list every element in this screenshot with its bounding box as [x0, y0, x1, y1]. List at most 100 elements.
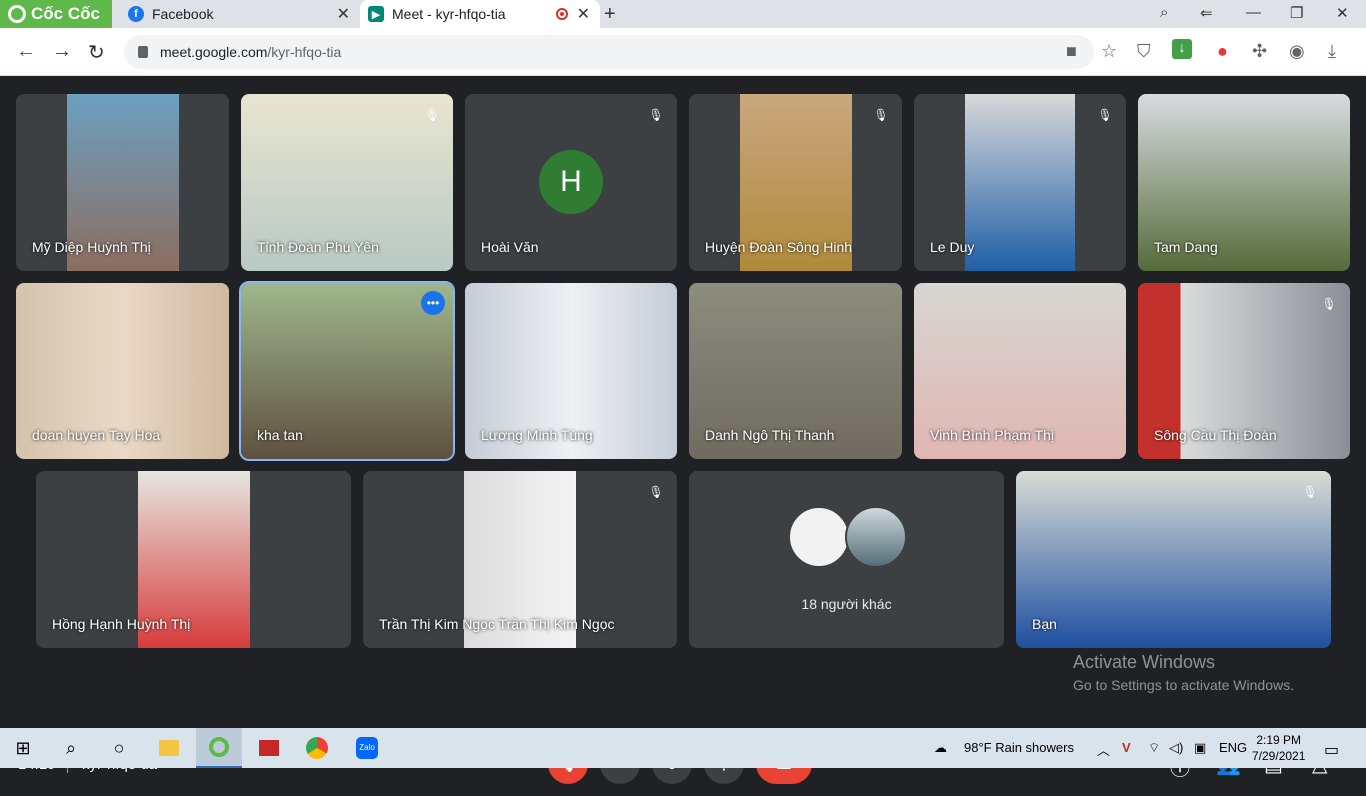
mic-off-icon: 🎙	[1097, 108, 1113, 122]
participant-name: Mỹ Diệp Huỳnh Thị	[32, 239, 151, 255]
participant-tile[interactable]: 🎙 Huyện Đoàn Sông Hinh	[689, 94, 902, 271]
participant-name: Trần Thị Kim Ngọc Trần Thị Kim Ngọc	[379, 616, 615, 632]
opera-icon[interactable]: ●	[1217, 41, 1228, 62]
download-icon[interactable]: ↓	[1172, 39, 1192, 59]
mic-off-icon: 🎙	[648, 108, 664, 122]
participant-name: kha tan	[257, 427, 303, 443]
participant-tile[interactable]: H 🎙 Hoài Văn	[465, 94, 677, 271]
participant-name: Lương Minh Tùng	[481, 427, 593, 443]
search-tabs-icon[interactable]: ⌕	[1160, 4, 1168, 21]
activate-windows-title: Activate Windows	[1073, 652, 1216, 672]
language-bar-icon[interactable]: ▣	[1194, 740, 1206, 756]
back-arrow-icon[interactable]: ←	[16, 40, 36, 63]
participant-tile[interactable]: Mỹ Diệp Huỳnh Thị	[16, 94, 229, 271]
coccoc-logo-icon	[8, 5, 26, 23]
url-path: /kyr-hfqo-tia	[267, 44, 342, 60]
language-indicator[interactable]: ENG	[1219, 740, 1247, 755]
volume-icon[interactable]: ◁)	[1169, 740, 1183, 756]
participant-tile[interactable]: Tam Dang	[1138, 94, 1350, 271]
chrome-icon[interactable]	[294, 728, 340, 768]
participant-tile[interactable]: Lương Minh Tùng	[465, 283, 677, 459]
zalo-icon[interactable]: Zalo	[344, 728, 390, 768]
others-tile[interactable]: 18 người khác	[689, 471, 1004, 648]
participant-name: Sông Cầu Thị Đoàn	[1154, 427, 1277, 443]
shield-icon[interactable]: ⛉	[1137, 41, 1151, 62]
file-explorer-icon[interactable]	[146, 728, 192, 768]
app-icon[interactable]	[246, 728, 292, 768]
new-tab-button[interactable]: +	[604, 3, 616, 26]
camera-icon[interactable]: ■	[1066, 41, 1077, 62]
clock-date: 7/29/2021	[1252, 749, 1306, 763]
search-icon[interactable]: ⌕	[48, 728, 94, 768]
participant-tile[interactable]: Vinh Bình Phạm Thị	[914, 283, 1126, 459]
participant-tile[interactable]: 🎙 Tỉnh Đoàn Phú Yên	[241, 94, 453, 271]
meet-icon: ▶	[368, 6, 384, 22]
mic-off-icon: 🎙	[873, 108, 889, 122]
participant-tile-active[interactable]: ••• kha tan	[239, 281, 455, 461]
task-view-icon[interactable]: ○	[96, 728, 142, 768]
back-window-icon[interactable]: ⇐	[1200, 4, 1213, 22]
browser-brand: Cốc Cốc	[31, 4, 100, 23]
tab-meet-label: Meet - kyr-hfqo-tia	[392, 6, 506, 22]
url-input[interactable]: meet.google.com/kyr-hfqo-tia	[124, 35, 1094, 69]
windows-start-icon[interactable]: ⊞	[0, 728, 46, 768]
participant-tile[interactable]: Hồng Hạnh Huỳnh Thị	[36, 471, 351, 648]
participant-tile[interactable]: Danh Ngô Thị Thanh	[689, 283, 902, 459]
meet-stage: Mỹ Diệp Huỳnh Thị 🎙 Tỉnh Đoàn Phú Yên H …	[0, 76, 1366, 784]
more-options-icon[interactable]: •••	[421, 291, 445, 315]
lock-icon	[138, 46, 148, 58]
participant-name: doan huyen Tay Hoa	[32, 427, 161, 443]
close-tab-icon[interactable]: ✕	[337, 4, 350, 24]
extensions-icon[interactable]: ✣	[1252, 41, 1267, 62]
tab-meet[interactable]: ▶ Meet - kyr-hfqo-tia ✕	[360, 0, 600, 28]
close-window-button[interactable]: ✕	[1336, 4, 1349, 22]
participant-name: Danh Ngô Thị Thanh	[705, 427, 835, 443]
clock[interactable]: 2:19 PM 7/29/2021	[1252, 732, 1305, 764]
url-host: meet.google.com	[160, 44, 268, 60]
participant-tile[interactable]: 🎙 Trần Thị Kim Ngọc Trần Thị Kim Ngọc	[363, 471, 677, 648]
avatar: H	[539, 150, 603, 214]
facebook-icon: f	[128, 6, 144, 22]
participant-name: Vinh Bình Phạm Thị	[930, 427, 1055, 443]
minimize-button[interactable]: —	[1246, 4, 1261, 21]
tab-facebook[interactable]: f Facebook ✕	[118, 0, 360, 28]
self-tile[interactable]: 🎙 Bạn	[1016, 471, 1331, 648]
clock-time: 2:19 PM	[1256, 733, 1302, 747]
maximize-button[interactable]: ❐	[1290, 4, 1303, 22]
coccoc-app-icon[interactable]	[196, 728, 242, 768]
participant-name: Tam Dang	[1154, 239, 1218, 255]
mic-off-icon: 🎙	[1321, 297, 1337, 311]
windows-taskbar: ⊞ ⌕ ○ Zalo ☁ 98°F Rain showers ︿ V ⌔ ◁) …	[0, 728, 1366, 768]
participant-tile[interactable]: 🎙 Sông Cầu Thị Đoàn	[1138, 283, 1350, 459]
star-icon[interactable]: ☆	[1101, 41, 1117, 62]
others-count-label: 18 người khác	[801, 596, 892, 612]
reload-icon[interactable]: ↻	[88, 40, 105, 65]
chevron-up-icon[interactable]: ︿	[1097, 740, 1110, 759]
tab-facebook-label: Facebook	[152, 6, 214, 22]
weather-text[interactable]: 98°F Rain showers	[964, 740, 1074, 755]
address-toolbar: ← → ↻ meet.google.com/kyr-hfqo-tia ■ ☆ ⛉…	[0, 28, 1366, 76]
wifi-icon[interactable]: ⌔	[1148, 740, 1160, 756]
avatar	[845, 506, 907, 568]
avatar	[788, 506, 850, 568]
forward-arrow-icon[interactable]: →	[52, 40, 72, 63]
self-video	[1016, 471, 1331, 648]
participant-video	[965, 94, 1075, 271]
participant-tile[interactable]: doan huyen Tay Hoa	[16, 283, 229, 459]
downloads-icon[interactable]: ⤓	[1328, 41, 1336, 62]
mic-off-icon: 🎙	[424, 108, 440, 122]
participant-name: Hoài Văn	[481, 239, 539, 255]
coccoc-menu-button[interactable]: Cốc Cốc	[0, 0, 112, 28]
activate-windows-subtitle: Go to Settings to activate Windows.	[1073, 677, 1294, 693]
recording-icon	[556, 8, 568, 20]
close-tab-icon[interactable]: ✕	[577, 4, 590, 24]
mic-off-icon: 🎙	[648, 485, 664, 499]
browser-tab-strip: Cốc Cốc f Facebook ✕ ▶ Meet - kyr-hfqo-t…	[0, 0, 1366, 28]
participant-tile[interactable]: 🎙 Le Duy	[914, 94, 1126, 271]
weather-icon[interactable]: ☁	[934, 740, 947, 756]
profile-icon[interactable]: ◉	[1289, 41, 1305, 62]
notifications-icon[interactable]: ▭	[1324, 740, 1339, 760]
unikey-icon[interactable]: V	[1122, 740, 1131, 755]
participant-name: Bạn	[1032, 616, 1057, 632]
mic-off-icon: 🎙	[1302, 485, 1318, 499]
